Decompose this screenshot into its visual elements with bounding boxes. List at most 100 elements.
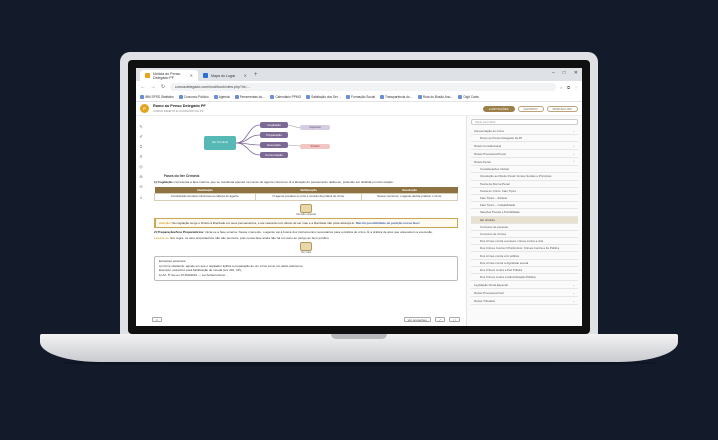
sidebar-item[interactable]: Apresentação do Curso ⌄ bbox=[471, 127, 578, 135]
sidebar-item[interactable]: Legislação Penal Especial ⌄ bbox=[471, 281, 578, 290]
zoom-out-icon[interactable]: ⊖ bbox=[139, 184, 142, 189]
grid-icon[interactable]: ⌗ bbox=[140, 144, 142, 149]
minimize-icon[interactable]: – bbox=[552, 70, 555, 76]
chevron-icon[interactable]: ⌃ bbox=[572, 160, 575, 164]
sidebar-item-label: Rumo ao Penso Delegado da PF bbox=[480, 136, 523, 141]
close-tab-icon[interactable]: ✕ bbox=[190, 73, 193, 78]
sidebar-subitem[interactable]: Concurso de Crimes bbox=[471, 231, 578, 239]
chevron-icon[interactable]: ⌄ bbox=[572, 152, 575, 156]
chevron-icon[interactable]: ⌄ bbox=[572, 283, 575, 287]
bookmark-item[interactable]: Formação Social bbox=[346, 95, 375, 100]
bookmark-icon bbox=[234, 95, 239, 100]
mind-map-node: Cogitação bbox=[260, 122, 288, 128]
sidebar-item-label: Apresentação do Curso bbox=[474, 128, 505, 133]
sidebar-subitem[interactable]: Dos Crimes contra a Administração Públic… bbox=[471, 274, 578, 282]
figure: Ver mais bbox=[154, 242, 458, 254]
sidebar-item-label: Dos Crimes Contra O Patrimônio; Crimes C… bbox=[480, 246, 560, 251]
download-icon[interactable]: ⤓ bbox=[140, 194, 142, 199]
figure-caption: Ver mais bbox=[300, 251, 312, 255]
bookmark-item[interactable]: Digit Carta bbox=[458, 95, 479, 100]
app-subtitle: CURSO DIREITO E CONTEÚDO DA PF bbox=[153, 108, 204, 113]
browser-tab-active[interactable]: Notícia ao Penso Delegado PF ✕ bbox=[140, 70, 198, 81]
sidebar-subitem[interactable]: Introdução ao Direito Penal: Fontes Soci… bbox=[471, 173, 578, 181]
new-tab-button[interactable]: + bbox=[254, 72, 258, 78]
extensions-icon[interactable]: ⧉ bbox=[567, 85, 570, 90]
star-icon[interactable]: ☆ bbox=[560, 85, 564, 90]
app-logo: P bbox=[140, 104, 149, 113]
close-tab-icon[interactable]: ✕ bbox=[244, 73, 247, 78]
zoom-in-icon[interactable]: ⊕ bbox=[139, 174, 142, 179]
bookmark-icon bbox=[346, 95, 351, 100]
layout-icon[interactable]: ▢ bbox=[449, 317, 460, 322]
pen-icon[interactable]: ✎ bbox=[139, 124, 142, 129]
laptop-bezel: Notícia ao Penso Delegado PF ✕ Mapa do L… bbox=[128, 60, 590, 334]
paragraph-cogitacao: 1) Cogitação: representa a fase interna,… bbox=[154, 180, 394, 184]
sidebar-subitem[interactable]: Dos crimes contra a pessoa: crimes contr… bbox=[471, 238, 578, 246]
sidebar-item[interactable]: Direito Penal ⌃ bbox=[471, 158, 578, 167]
mark-read-button[interactable]: MARCAR LIDO bbox=[546, 105, 578, 112]
browser-tab[interactable]: Mapa do Lugar ✕ bbox=[198, 70, 252, 81]
target-icon[interactable]: ◎ bbox=[139, 164, 143, 169]
sidebar-item[interactable]: Direito Processual Penal ⌄ bbox=[471, 150, 578, 159]
sidebar-item-label: Dos crimes contra a fé pública bbox=[480, 253, 519, 258]
fullscreen-icon[interactable]: ⤢ bbox=[434, 317, 446, 322]
chevron-icon[interactable]: ⌄ bbox=[572, 129, 575, 133]
bookmark-item[interactable]: Concurso Público bbox=[178, 95, 209, 100]
phases-table: Idealização Deliberação Resolução Consti… bbox=[154, 187, 458, 201]
back-icon[interactable]: ← bbox=[140, 84, 146, 90]
bookmark-item[interactable]: Agenda bbox=[213, 95, 230, 100]
sidebar-item[interactable]: Direito Processual Civil ⌄ bbox=[471, 289, 578, 298]
chevron-icon[interactable]: ⌄ bbox=[572, 144, 575, 148]
address-bar[interactable]: cursosdelegado.com/mod/book/view.php?id=… bbox=[170, 83, 556, 91]
page-indicator[interactable]: 1 bbox=[152, 317, 162, 322]
laptop-base bbox=[40, 334, 678, 362]
sidebar-subitem[interactable]: Dos crimes contra a dignidade sexual bbox=[471, 260, 578, 267]
menu-icon[interactable]: ⋮ bbox=[574, 85, 578, 90]
maximize-icon[interactable]: □ bbox=[563, 70, 566, 76]
chevron-icon[interactable]: ⌄ bbox=[572, 299, 575, 303]
search-icon[interactable]: ⚲ bbox=[140, 154, 143, 159]
sidebar-subitem[interactable]: Rumo ao Penso Delegado da PF bbox=[471, 135, 578, 143]
sidebar-subitem[interactable]: Dos crimes contra a fé pública bbox=[471, 252, 578, 260]
bookmark-item[interactable]: Transparência do… bbox=[379, 95, 413, 100]
chevron-icon[interactable]: ⌄ bbox=[572, 291, 575, 295]
mind-map-leaf: Punível bbox=[300, 144, 330, 149]
sidebar-search-input[interactable]: Digite para filtrar bbox=[471, 119, 578, 125]
sidebar-subitem[interactable]: Dos Crimes Contra O Patrimônio; Crimes C… bbox=[471, 245, 578, 253]
sidebar-subitem[interactable]: Considerações Iniciais bbox=[471, 166, 578, 174]
sidebar-subitem[interactable]: Sanções Penais e Punibilidade bbox=[471, 209, 578, 217]
mind-map: Iter Criminis Cogitação Preparação Execu… bbox=[154, 120, 458, 172]
paragraph-preparacao: 2) Preparação/Atos Preparatórios: inicia… bbox=[154, 229, 433, 234]
reload-icon[interactable]: ↻ bbox=[160, 84, 166, 90]
figure: Atenção especial bbox=[154, 203, 458, 216]
document-footer-controls: 1 Ver anotações ⤢ ▢ bbox=[152, 317, 460, 322]
sidebar-subitem[interactable]: Teoria da Norma Penal bbox=[471, 181, 578, 188]
view-notes-button[interactable]: Ver anotações bbox=[403, 317, 431, 322]
bookmark-item[interactable]: IBM SPSS Statistics bbox=[140, 95, 174, 100]
sidebar-subitem[interactable]: Iter criminis bbox=[471, 216, 578, 224]
notes-button[interactable]: ● ANOTAÇÕES bbox=[483, 105, 515, 112]
close-window-icon[interactable]: ✕ bbox=[574, 70, 578, 76]
sidebar-subitem[interactable]: Dos Crimes contra a Paz Pública bbox=[471, 267, 578, 274]
main-content: ✎ ✐ ⌗ ⚲ ◎ ⊕ ⊖ ⤓ Iter Criminis Cogitação … bbox=[136, 116, 582, 326]
course-sidebar: Digite para filtrar Apresentação do Curs… bbox=[466, 116, 582, 326]
sidebar-subitem[interactable]: Teoria do Crime: Fato Típico bbox=[471, 188, 578, 195]
illustration-icon bbox=[300, 242, 312, 252]
sidebar-item[interactable]: Direito Constitucional ⌄ bbox=[471, 142, 578, 151]
browser-tab-bar: Notícia ao Penso Delegado PF ✕ Mapa do L… bbox=[136, 68, 582, 81]
bookmark-item[interactable]: Ferramentas do… bbox=[234, 95, 265, 100]
table-row: Constituição da ideia criminosa na cabeç… bbox=[154, 193, 458, 201]
bookmark-item[interactable]: Satisfação dos Ser… bbox=[306, 95, 341, 100]
forward-icon[interactable]: → bbox=[150, 84, 156, 90]
sidebar-item-label: Concurso de Crimes bbox=[480, 231, 507, 236]
bookmark-icon bbox=[213, 95, 218, 100]
attention-callout: Atenção! Na cogitação surge o Direito à … bbox=[154, 217, 458, 228]
pencil-icon[interactable]: ✐ bbox=[139, 134, 142, 139]
sidebar-subitem[interactable]: Concurso de pessoas bbox=[471, 224, 578, 231]
sidebar-subitem[interactable]: Fato Típico – Culpabilidade bbox=[471, 202, 578, 210]
sidebar-subitem[interactable]: Fato Típico – Ilicitude bbox=[471, 195, 578, 203]
sidebar-item[interactable]: Direito Tributário ⌄ bbox=[471, 297, 578, 306]
bookmark-item[interactable]: Calendário PPMG bbox=[270, 95, 301, 100]
favorite-button[interactable]: FAVORITO bbox=[517, 105, 544, 112]
bookmark-item[interactable]: Rota do Busão Ano… bbox=[417, 95, 453, 100]
